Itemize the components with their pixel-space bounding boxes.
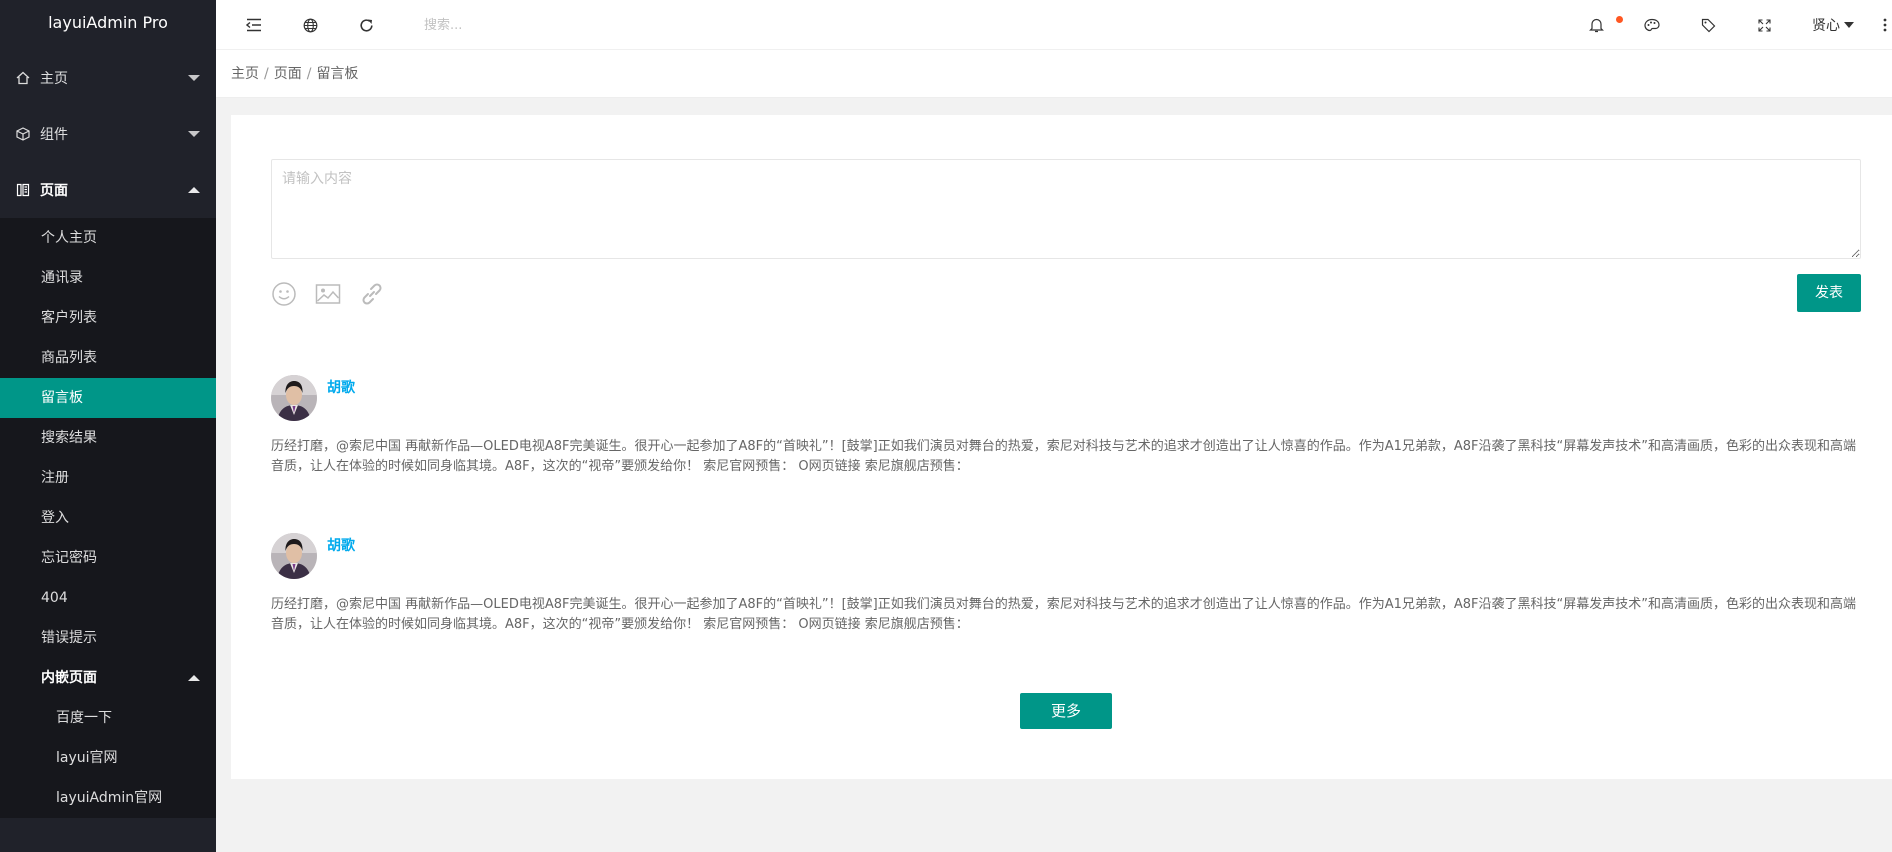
nav-label: 页面 (40, 183, 68, 199)
sidebar-item-layuiadmin-site[interactable]: layuiAdmin官网 (0, 778, 216, 818)
sidebar-item-error-tips[interactable]: 错误提示 (0, 618, 216, 658)
sidebar-item-customers[interactable]: 客户列表 (0, 298, 216, 338)
breadcrumb-item-home[interactable]: 主页 (231, 66, 259, 82)
fullscreen-icon[interactable] (1754, 15, 1774, 35)
nav-item-pages[interactable]: 页面 (0, 162, 216, 218)
sidebar-item-label: 内嵌页面 (41, 670, 97, 686)
sidebar-item-message-board[interactable]: 留言板 (0, 378, 216, 418)
cube-icon (16, 127, 30, 141)
link-icon[interactable] (359, 281, 385, 307)
theme-icon[interactable] (1642, 15, 1662, 35)
breadcrumb: 主页 / 页面 / 留言板 (216, 50, 1892, 98)
comment-author[interactable]: 胡歌 (327, 535, 355, 555)
chevron-up-icon (188, 675, 200, 681)
sidebar-item-login[interactable]: 登入 (0, 498, 216, 538)
top-header: 贤心 (216, 0, 1892, 50)
chevron-down-icon (188, 75, 200, 81)
app-logo[interactable]: layuiAdmin Pro (0, 0, 216, 50)
chevron-down-icon (188, 131, 200, 137)
pages-submenu: 个人主页 通讯录 客户列表 商品列表 留言板 搜索结果 注册 登入 忘记密码 4… (0, 218, 216, 818)
sidebar-item-forgot-password[interactable]: 忘记密码 (0, 538, 216, 578)
sidebar-item-404[interactable]: 404 (0, 578, 216, 618)
post-button[interactable]: 发表 (1797, 274, 1861, 312)
nav-item-home[interactable]: 主页 (0, 50, 216, 106)
image-icon[interactable] (315, 281, 341, 307)
caret-down-icon (1844, 22, 1854, 28)
sidebar: layuiAdmin Pro 主页 组件 页面 个人主页 通讯录 客户列表 商品… (0, 0, 216, 852)
breadcrumb-separator: / (306, 66, 312, 82)
load-more-button[interactable]: 更多 (1020, 693, 1112, 729)
notification-dot (1616, 16, 1623, 23)
tag-icon[interactable] (1698, 15, 1718, 35)
more-icon[interactable] (1880, 15, 1890, 35)
nav-label: 组件 (40, 127, 68, 143)
avatar[interactable] (271, 375, 317, 421)
sidebar-item-embedded-pages[interactable]: 内嵌页面 (0, 658, 216, 698)
breadcrumb-item-current: 留言板 (316, 66, 359, 82)
nav-label: 主页 (40, 71, 68, 87)
pages-icon (16, 183, 30, 197)
sidebar-item-baidu[interactable]: 百度一下 (0, 698, 216, 738)
message-input[interactable] (271, 159, 1861, 259)
breadcrumb-separator: / (264, 66, 269, 82)
sidebar-item-layui-site[interactable]: layui官网 (0, 738, 216, 778)
sidebar-item-search-results[interactable]: 搜索结果 (0, 418, 216, 458)
message-board-card: 发表 胡歌 历经打磨，@索尼中国 再献新作品—OLED电视A8F完美诞生。很开心… (231, 115, 1892, 779)
user-name: 贤心 (1812, 18, 1840, 34)
home-icon (16, 71, 30, 85)
bell-icon[interactable] (1586, 15, 1606, 35)
globe-icon[interactable] (300, 15, 320, 35)
chevron-up-icon (188, 187, 200, 193)
sidebar-item-profile[interactable]: 个人主页 (0, 218, 216, 258)
shrink-menu-icon[interactable] (244, 15, 264, 35)
breadcrumb-item-pages[interactable]: 页面 (274, 66, 302, 82)
editor-toolbar (271, 281, 385, 307)
search-input[interactable] (424, 14, 664, 36)
sidebar-item-products[interactable]: 商品列表 (0, 338, 216, 378)
emoji-icon[interactable] (271, 281, 297, 307)
comment-text: 历经打磨，@索尼中国 再献新作品—OLED电视A8F完美诞生。很开心一起参加了A… (271, 439, 1857, 474)
avatar[interactable] (271, 533, 317, 579)
nav-item-components[interactable]: 组件 (0, 106, 216, 162)
comment-text: 历经打磨，@索尼中国 再献新作品—OLED电视A8F完美诞生。很开心一起参加了A… (271, 597, 1857, 632)
user-menu[interactable]: 贤心 (1812, 15, 1854, 35)
refresh-icon[interactable] (356, 15, 376, 35)
sidebar-item-contacts[interactable]: 通讯录 (0, 258, 216, 298)
sidebar-item-register[interactable]: 注册 (0, 458, 216, 498)
comment-author[interactable]: 胡歌 (327, 377, 355, 397)
